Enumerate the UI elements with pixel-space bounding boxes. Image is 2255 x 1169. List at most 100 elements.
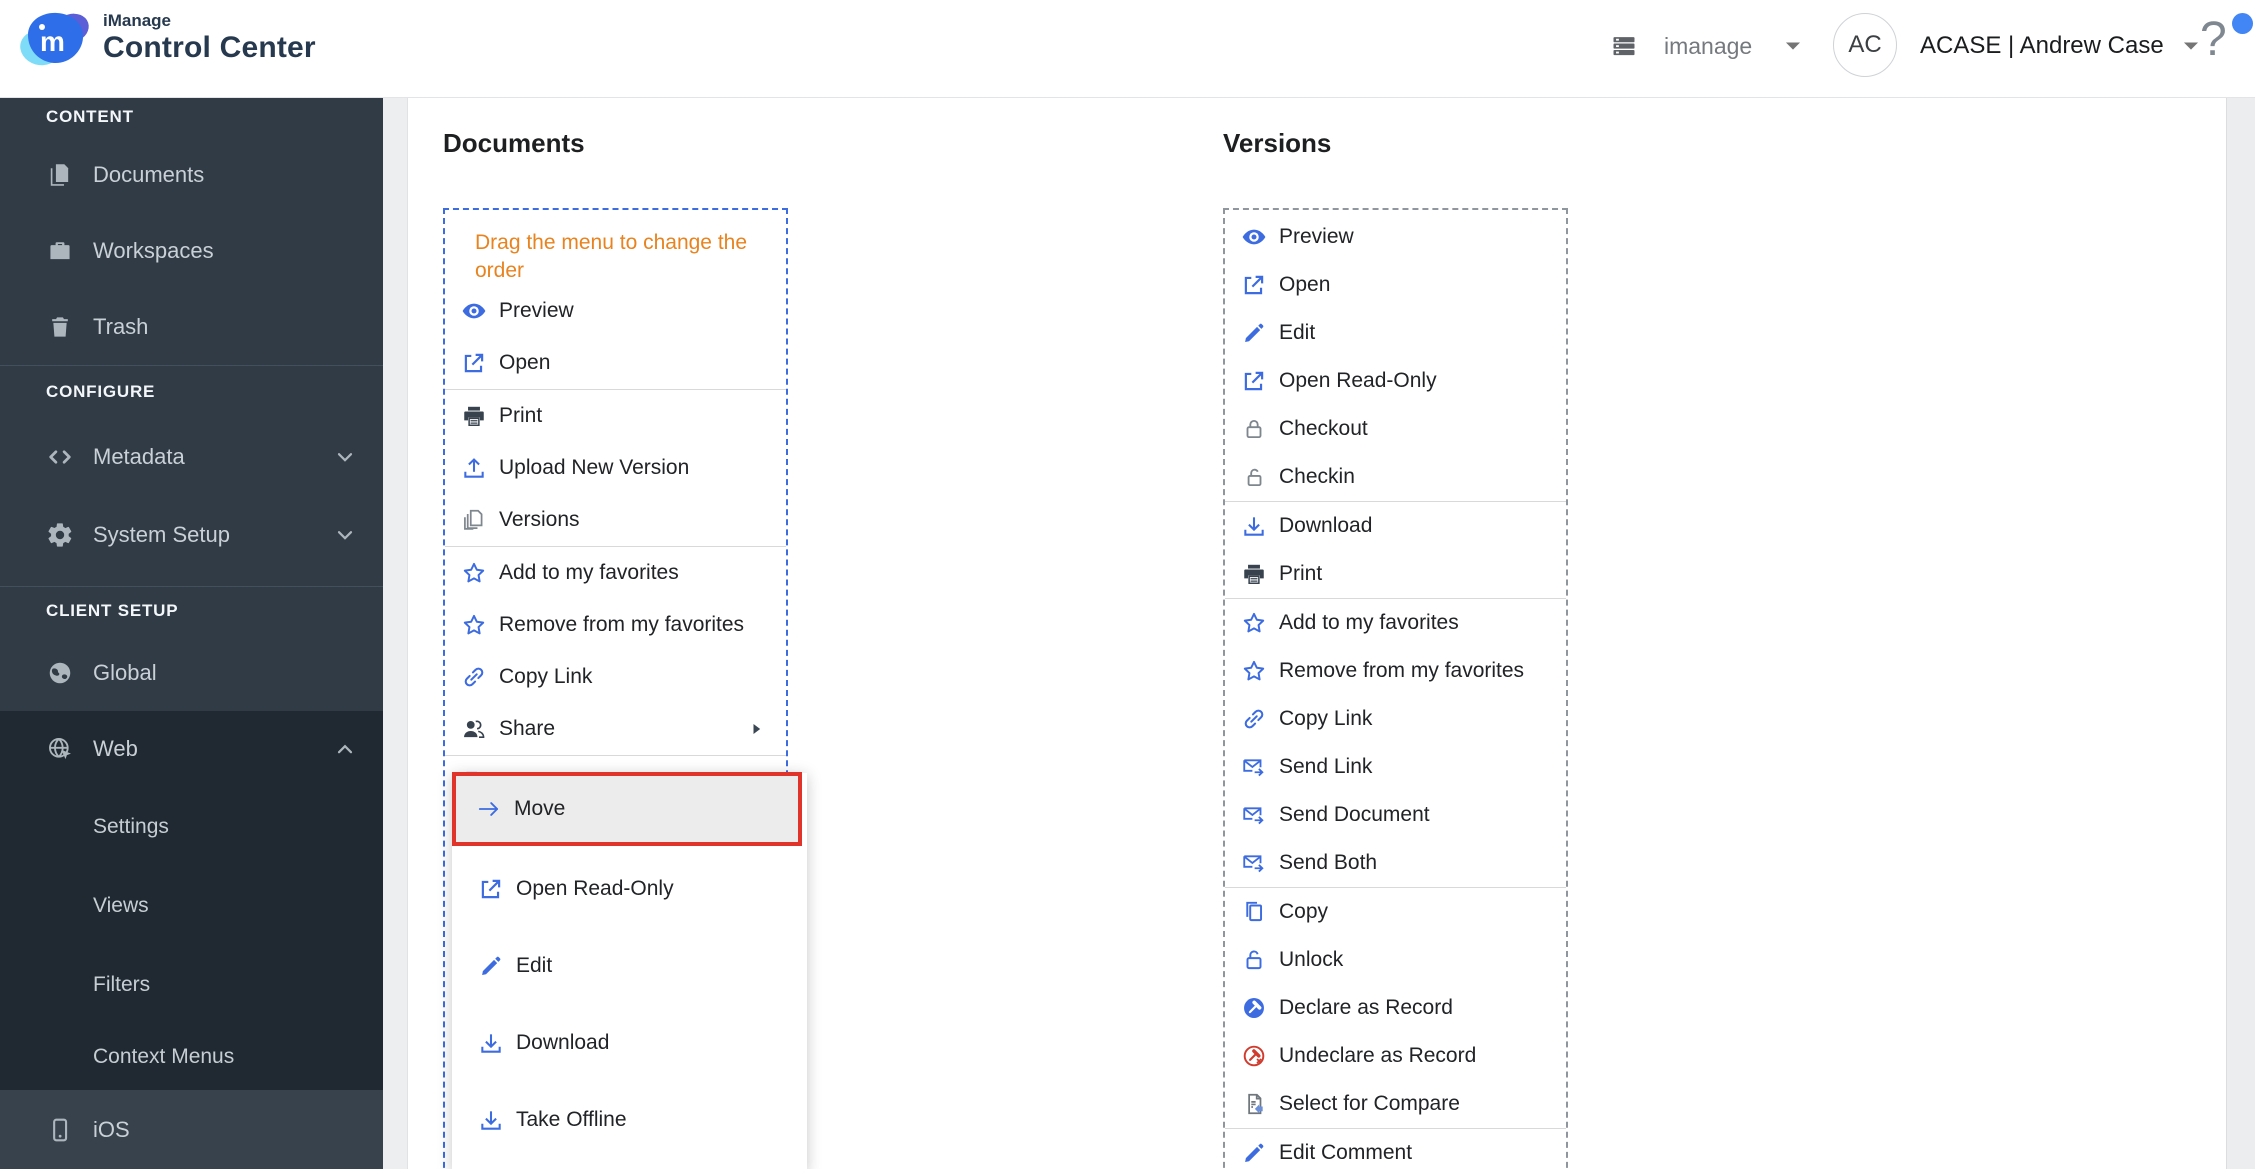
page-scrollbar[interactable] [2226,97,2255,1169]
avatar[interactable]: AC [1833,13,1897,77]
code-icon [46,443,74,471]
menu-item-open-read-only[interactable]: Open Read-Only [1225,357,1566,405]
menu-item-open[interactable]: Open [1225,261,1566,309]
menu-item-copy[interactable]: Copy [1225,888,1566,936]
sidebar-item-filters[interactable]: Filters [0,945,383,1024]
user-menu[interactable]: ACASE | Andrew Case [1920,24,2204,68]
versions-menu-panel: Preview Open Edit Open Read-Only Checkout Che… [1223,208,1568,1169]
menu-item-label: Copy Link [499,665,593,688]
send-icon [1241,754,1267,780]
sidebar-subitem-label: Settings [93,814,169,838]
menu-item-label: Open [1279,273,1331,296]
menu-item-label: Preview [1279,225,1354,248]
chevron-up-icon [333,737,357,761]
menu-item-open-read-only[interactable]: Open Read-Only [452,850,807,927]
menu-item-label: Copy Link [1279,707,1373,730]
sidebar-item-context-menus[interactable]: Context Menus [0,1024,383,1090]
menu-item-select-for-compare[interactable]: Select for Compare [1225,1080,1566,1128]
sidebar-item-settings[interactable]: Settings [0,787,383,866]
menu-item-copy-link[interactable]: Copy Link [1225,695,1566,743]
menu-item-label: Declare as Record [1279,996,1453,1019]
eye-icon [1241,224,1267,250]
download-icon [478,1107,504,1133]
menu-item-versions[interactable]: Versions [445,494,786,546]
menu-item-checkout[interactable]: Checkout [1225,405,1566,453]
menu-item-open[interactable]: Open [445,337,786,389]
sidebar-item-system-setup[interactable]: System Setup [0,496,383,574]
sidebar-item-ios[interactable]: iOS [0,1090,383,1169]
menu-item-checkin[interactable]: Checkin [1225,453,1566,501]
external-icon [1241,368,1267,394]
pencil-icon [478,953,504,979]
svg-text:m: m [40,26,65,57]
menu-item-upload-new-version[interactable]: Upload New Version [445,442,786,494]
sidebar-item-label: Metadata [93,444,185,469]
menu-item-label: Undeclare as Record [1279,1044,1477,1067]
avatar-initials: AC [1848,31,1882,58]
menu-item-edit[interactable]: Edit [1225,309,1566,357]
menu-item-share[interactable]: Share [445,703,786,755]
external-icon [461,350,487,376]
menu-item-remove-from-my-favorites[interactable]: Remove from my favorites [1225,647,1566,695]
unlock-blue-icon [1241,947,1267,973]
printer-icon [461,403,487,429]
menu-item-print[interactable]: Print [1225,550,1566,598]
menu-item-move[interactable]: Move [452,773,802,844]
link-icon [1241,706,1267,732]
versions-menu-list: Preview Open Edit Open Read-Only Checkout Che… [1225,213,1566,1169]
menu-item-label: Preview [499,299,574,322]
menu-item-declare-as-record[interactable]: Declare as Record [1225,984,1566,1032]
drag-ghost-list: Open Read-Only Edit Download Take Offline [452,850,807,1158]
menu-item-label: Edit Comment [1279,1141,1413,1164]
upload-icon [461,455,487,481]
menu-item-send-both[interactable]: Send Both [1225,839,1566,887]
phone-icon [46,1116,74,1144]
sidebar-subitem-label: Filters [93,972,151,996]
app-header: m iManage Control Center imanage AC ACAS… [0,0,2255,98]
menu-item-label: Checkout [1279,417,1368,440]
menu-item-remove-from-my-favorites[interactable]: Remove from my favorites [445,599,786,651]
menu-item-undeclare-as-record[interactable]: Undeclare as Record [1225,1032,1566,1080]
menu-item-label: Edit [516,953,553,977]
sidebar-item-label: System Setup [93,522,230,547]
documents-column-title: Documents [443,128,585,158]
menu-item-send-link[interactable]: Send Link [1225,743,1566,791]
sidebar-item-global[interactable]: Global [0,635,383,711]
menu-item-label: Unlock [1279,948,1344,971]
menu-item-label: Print [499,404,543,427]
menu-item-add-to-my-favorites[interactable]: Add to my favorites [1225,599,1566,647]
help-icon[interactable]: ? [2200,12,2227,67]
sidebar-item-views[interactable]: Views [0,866,383,945]
menu-item-download[interactable]: Download [1225,502,1566,550]
menu-item-print[interactable]: Print [445,390,786,442]
sidebar-item-workspaces[interactable]: Workspaces [0,213,383,289]
sidebar-item-web[interactable]: Web [0,711,383,787]
menu-item-label: Add to my favorites [499,561,679,584]
menu-item-preview[interactable]: Preview [1225,213,1566,261]
brand-text: iManage Control Center [103,12,316,63]
sidebar-item-label: Global [93,660,157,685]
imanage-logo: m [18,8,96,70]
menu-item-label: Select for Compare [1279,1092,1460,1115]
documents-icon [46,161,74,189]
trash-icon [46,313,74,341]
sidebar-subitem-label: Views [93,893,149,917]
menu-item-unlock[interactable]: Unlock [1225,936,1566,984]
compare-icon [1241,1091,1267,1117]
menu-item-edit-comment[interactable]: Edit Comment [1225,1129,1566,1169]
library-switcher[interactable]: imanage [1610,24,1806,68]
menu-item-send-document[interactable]: Send Document [1225,791,1566,839]
external-icon [1241,272,1267,298]
sidebar-subitem-label: Context Menus [93,1045,235,1068]
menu-item-download[interactable]: Download [452,1004,807,1081]
menu-item-label: Remove from my favorites [499,613,745,636]
sidebar-item-documents[interactable]: Documents [0,137,383,213]
sidebar-item-trash[interactable]: Trash [0,289,383,365]
menu-item-copy-link[interactable]: Copy Link [445,651,786,703]
sidebar-item-metadata[interactable]: Metadata [0,418,383,496]
sidebar-scrollbar[interactable] [383,97,408,1169]
menu-item-preview[interactable]: Preview [445,285,786,337]
menu-item-edit[interactable]: Edit [452,927,807,1004]
menu-item-take-offline[interactable]: Take Offline [452,1081,807,1158]
menu-item-add-to-my-favorites[interactable]: Add to my favorites [445,547,786,599]
